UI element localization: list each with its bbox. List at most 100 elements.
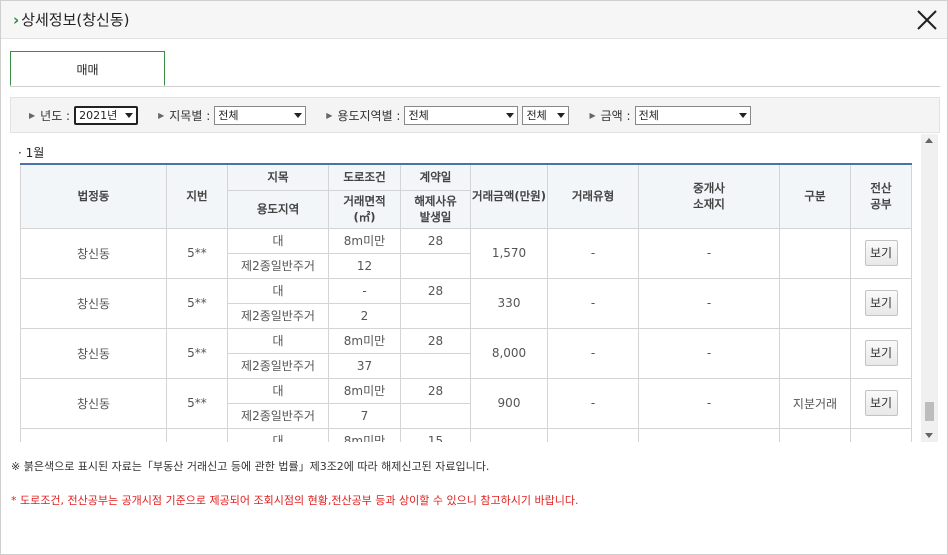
close-button[interactable] (915, 8, 939, 32)
th-price: 거래금액(만원) (470, 163, 548, 229)
chevron-down-icon (557, 112, 566, 118)
table-row: 창신동 5** 대 8m미만 28 8,000- - 보기 (20, 327, 912, 379)
cell-contract-day: 28 (400, 277, 471, 304)
jimok-select-value: 전체 (218, 109, 239, 122)
cell-cadastral: 보기 (850, 277, 912, 329)
cell-road: 8m미만 (328, 427, 401, 442)
cell-gubun: 지분거래 (779, 377, 851, 429)
tab-maemae[interactable]: 매매 (10, 51, 165, 86)
th-area: 거래면적 (㎡) (328, 189, 401, 229)
zone-select-value: 전체 (408, 109, 429, 122)
cell-road: 8m미만 (328, 227, 401, 254)
th-gubun: 구분 (779, 163, 851, 229)
filter-year: ▶ 년도 : 2021년 (29, 105, 142, 125)
cancel-note: ※ 붉은색으로 표시된 자료는「부동산 거래신고 등에 관한 법률」제3조2에 … (11, 460, 490, 473)
year-select-value: 2021년 (79, 109, 118, 122)
cell-cadastral: 보기 (850, 227, 912, 279)
cell-cancel (400, 302, 471, 329)
cell-dong: 창신동 (20, 327, 167, 379)
cell-price (470, 427, 548, 442)
view-button[interactable]: 보기 (864, 290, 898, 316)
scroll-thumb[interactable] (925, 402, 934, 421)
jimok-label: 지목별 : (169, 108, 211, 123)
vertical-scrollbar[interactable] (921, 134, 938, 442)
cell-cancel (400, 252, 471, 279)
triangle-right-icon: ▶ (158, 110, 165, 120)
jimok-select[interactable]: 전체 (214, 105, 307, 125)
th-jibun: 지번 (166, 163, 228, 229)
price-select-value: 전체 (638, 109, 659, 122)
month-heading: · 1월 (18, 146, 45, 160)
disclaimer-note: * 도로조건, 전산공부는 공개시점 기준으로 제공되어 조회시점의 현황,전산… (11, 494, 579, 507)
view-button[interactable]: 보기 (864, 340, 898, 366)
cell-jibun (166, 427, 228, 442)
cell-dong: 창신동 (20, 377, 167, 429)
table-row: 창신동 5** 대 8m미만 28 1,570- - 보기 (20, 227, 912, 279)
cell-dong: 창신동 (20, 277, 167, 329)
cell-trade-type: - (547, 377, 639, 429)
filter-jimok: ▶ 지목별 : 전체 (158, 105, 310, 125)
price-label: 금액 : (600, 108, 631, 123)
cell-area: 2 (328, 302, 401, 329)
cell-cadastral: 보기 (850, 377, 912, 429)
cell-contract-day: 28 (400, 227, 471, 254)
cell-trade-type: - (547, 227, 639, 279)
view-button[interactable]: 보기 (864, 390, 898, 416)
cell-contract-day: 15 (400, 427, 471, 442)
year-select[interactable]: 2021년 (74, 105, 139, 125)
cell-jimok: 대 (227, 227, 329, 254)
title-bar: › 상세정보(창신동) (1, 1, 947, 39)
tab-bar: 매매 (10, 51, 940, 87)
price-select[interactable]: 전체 (634, 105, 751, 125)
cell-broker: - (638, 327, 780, 379)
cell-cancel (400, 352, 471, 379)
zone-label: 용도지역별 : (337, 108, 401, 123)
th-broker: 중개사 소재지 (638, 163, 780, 229)
th-beopjeongdong: 법정동 (20, 163, 167, 229)
cell-price: 900 (470, 377, 548, 429)
filter-bar: ▶ 년도 : 2021년 ▶ 지목별 : 전체 ▶ 용도지역별 : 전체 전체 (10, 97, 940, 133)
cell-trade-type: - (547, 327, 639, 379)
cell-zone: 제2종일반주거 (227, 402, 329, 429)
chevron-down-icon (738, 112, 747, 118)
dialog-title: › 상세정보(창신동) (13, 9, 130, 30)
cell-dong (20, 427, 167, 442)
cell-jibun: 5** (166, 377, 228, 429)
zone-sub-select[interactable]: 전체 (522, 105, 570, 125)
trade-table: 법정동 지번 지목 도로조건 계약일 거래금액(만원) 거래유형 중개사 소재지… (20, 163, 912, 442)
th-zone: 용도지역 (227, 189, 329, 229)
chevron-down-icon (506, 112, 515, 118)
cell-cadastral: 보기 (850, 327, 912, 379)
cell-jimok: 대 (227, 427, 329, 442)
cell-broker: - (638, 377, 780, 429)
results-scroll-area[interactable]: · 1월 법정동 지번 지목 도로조건 계약일 거래금액(만원) 거래유형 중개… (10, 134, 938, 442)
dialog-title-text: 상세정보(창신동) (21, 11, 130, 29)
cell-zone: 제2종일반주거 (227, 252, 329, 279)
zone-select[interactable]: 전체 (404, 105, 519, 125)
filter-zone: ▶ 용도지역별 : 전체 전체 (326, 105, 573, 125)
cell-zone: 제2종일반주거 (227, 352, 329, 379)
cell-zone: 제2종일반주거 (227, 302, 329, 329)
table-row: 창신동 5** 대 -28 330- - 보기 (20, 277, 912, 329)
cell-broker: - (638, 277, 780, 329)
cell-jibun: 5** (166, 227, 228, 279)
trade-table-wrap: 법정동 지번 지목 도로조건 계약일 거래금액(만원) 거래유형 중개사 소재지… (20, 163, 912, 442)
scroll-up-icon[interactable] (925, 138, 933, 143)
cell-gubun (779, 227, 851, 279)
zone-sub-select-value: 전체 (526, 109, 547, 122)
cell-price: 1,570 (470, 227, 548, 279)
cell-price: 8,000 (470, 327, 548, 379)
table-row: 창신동 5** 대 8m미만 28 900- - 지분거래 보기 (20, 377, 912, 429)
scroll-down-icon[interactable] (925, 433, 933, 438)
th-cadastral: 전산 공부 (850, 163, 912, 229)
cell-jibun: 5** (166, 277, 228, 329)
cell-contract-day: 28 (400, 327, 471, 354)
cell-jimok: 대 (227, 377, 329, 404)
view-button[interactable]: 보기 (864, 240, 898, 266)
cell-road: - (328, 277, 401, 304)
cell-jibun: 5** (166, 327, 228, 379)
table-row: 대 8m미만 15 (20, 427, 912, 442)
cell-gubun (779, 427, 851, 442)
cell-cancel (400, 402, 471, 429)
trade-table-body: 창신동 5** 대 8m미만 28 1,570- - 보기 제2종일반주거 12 창신동 5** 대 -2… (20, 227, 912, 442)
